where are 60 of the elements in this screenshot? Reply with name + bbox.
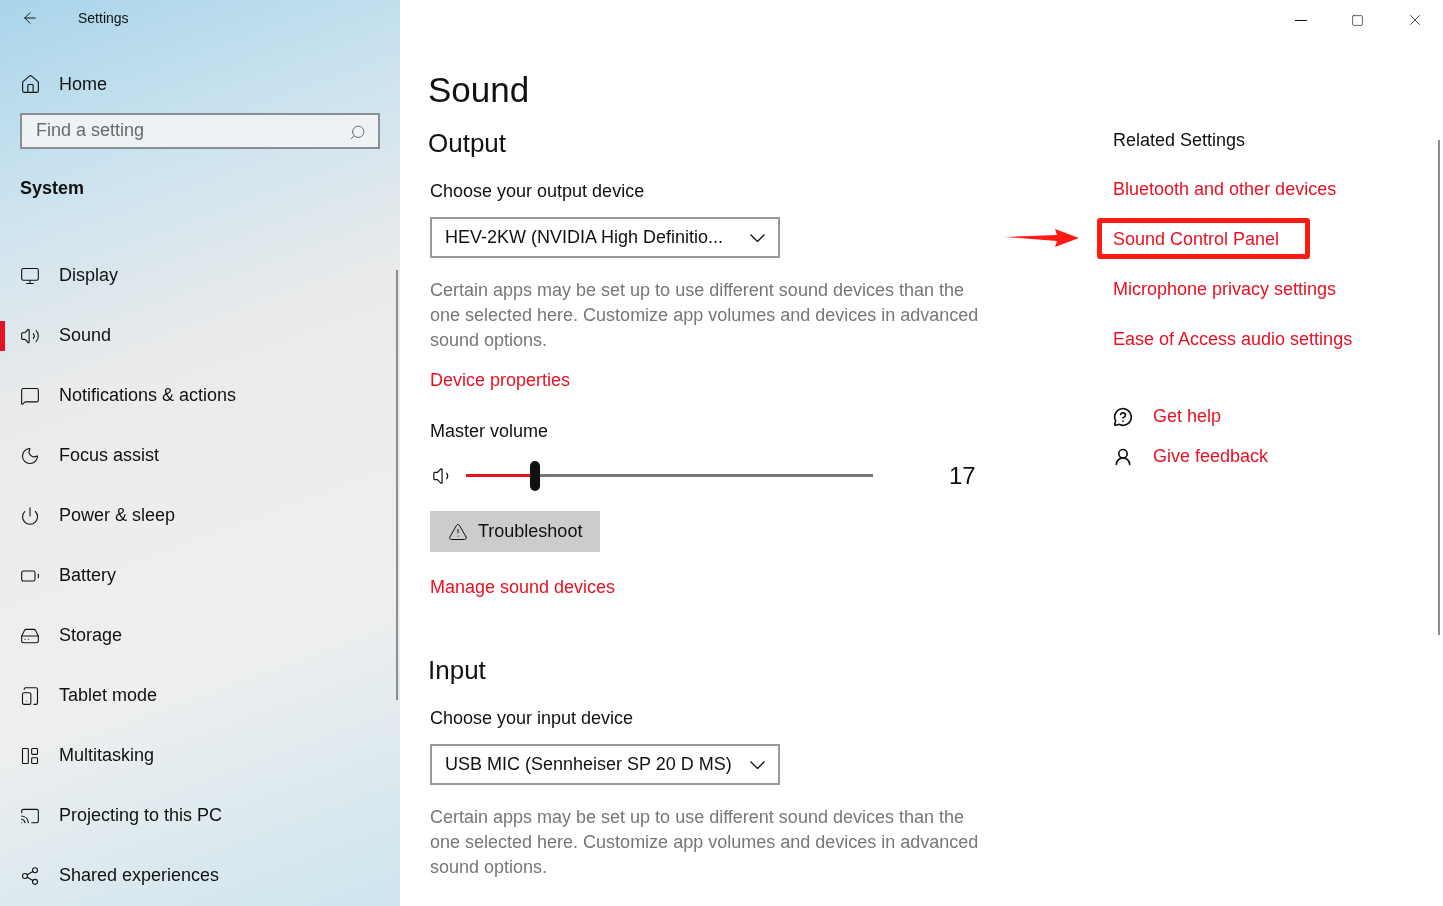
nav-item[interactable]: Storage	[0, 606, 400, 666]
device-properties-link[interactable]: Device properties	[430, 367, 571, 394]
selection-indicator	[0, 321, 5, 351]
help-icon	[1113, 406, 1133, 427]
related-settings-heading: Related Settings	[1113, 129, 1247, 152]
related-link[interactable]: Sound Control Panel	[1113, 225, 1280, 253]
description-text: Certain apps may be set up to use different sound devices than the one selected here. Customize app volumes and devices in advanced sound options.	[430, 806, 980, 879]
scrollbar[interactable]	[1438, 140, 1440, 635]
nav-icon	[20, 806, 40, 826]
nav-icon	[20, 746, 40, 766]
nav-icon	[20, 866, 40, 886]
get-help-link[interactable]: Get help	[1113, 404, 1353, 429]
nav-icon	[20, 506, 40, 526]
volume-value: 17	[949, 461, 976, 491]
nav-item[interactable]: Tablet mode	[0, 666, 400, 726]
volume-slider-thumb[interactable]	[530, 461, 541, 491]
section-heading: Output	[428, 127, 508, 160]
nav-item[interactable]: Multitasking	[0, 726, 400, 786]
manage-sound-devices-link[interactable]: Manage sound devices	[430, 574, 616, 601]
minimize-icon	[1294, 19, 1307, 21]
nav-item[interactable]: Focus assist	[0, 426, 400, 486]
nav-icon	[20, 446, 40, 466]
nav-icon	[20, 266, 40, 286]
field-label: Choose your output device	[430, 180, 646, 203]
nav-icon	[20, 686, 40, 706]
related-link[interactable]: Ease of Access audio settings	[1113, 325, 1353, 353]
home-icon	[20, 74, 41, 95]
chevron-down-icon	[750, 233, 765, 242]
search-field[interactable]: Find a setting	[20, 112, 380, 149]
chevron-down-icon	[750, 760, 765, 769]
warning-icon	[448, 521, 468, 542]
description-text: Certain apps may be set up to use different sound devices than the one selected here. Customize app volumes and devices in advanced sound options.	[430, 279, 980, 352]
nav-item[interactable]: Display	[0, 246, 400, 306]
nav-icon	[20, 386, 40, 406]
nav-item[interactable]: Power & sleep	[0, 486, 400, 546]
search-icon	[349, 123, 366, 141]
troubleshoot-button[interactable]: Troubleshoot	[430, 511, 601, 552]
maximize-icon	[1351, 13, 1364, 27]
field-label: Choose your input device	[430, 707, 635, 730]
scrollbar[interactable]	[396, 270, 398, 700]
nav-item[interactable]: Notifications & actions	[0, 366, 400, 426]
person-icon	[1113, 446, 1133, 467]
nav-item[interactable]: Shared experiences	[0, 846, 400, 906]
feedback-link[interactable]: Give feedback	[1113, 444, 1353, 469]
volume-slider[interactable]	[466, 461, 873, 491]
input-device-dropdown[interactable]: USB MIC (Sennheiser SP 20 D MS)	[430, 744, 780, 785]
field-label: Master volume	[430, 420, 550, 443]
home-nav-item[interactable]: Home	[0, 66, 400, 103]
related-link[interactable]: Bluetooth and other devices	[1113, 175, 1337, 203]
page-title: Sound	[428, 69, 531, 111]
related-link[interactable]: Microphone privacy settings	[1113, 275, 1337, 303]
nav-icon	[20, 626, 40, 646]
nav-item[interactable]: Sound	[0, 306, 400, 366]
window-title: Settings	[78, 8, 129, 28]
output-device-dropdown[interactable]: HEV-2KW (NVIDIA High Definitio...	[430, 217, 780, 258]
nav-item[interactable]: Battery	[0, 546, 400, 606]
nav-item[interactable]: Projecting to this PC	[0, 786, 400, 846]
nav-icon	[20, 326, 40, 346]
section-heading: Input	[428, 654, 487, 687]
section-heading: System	[20, 177, 86, 200]
